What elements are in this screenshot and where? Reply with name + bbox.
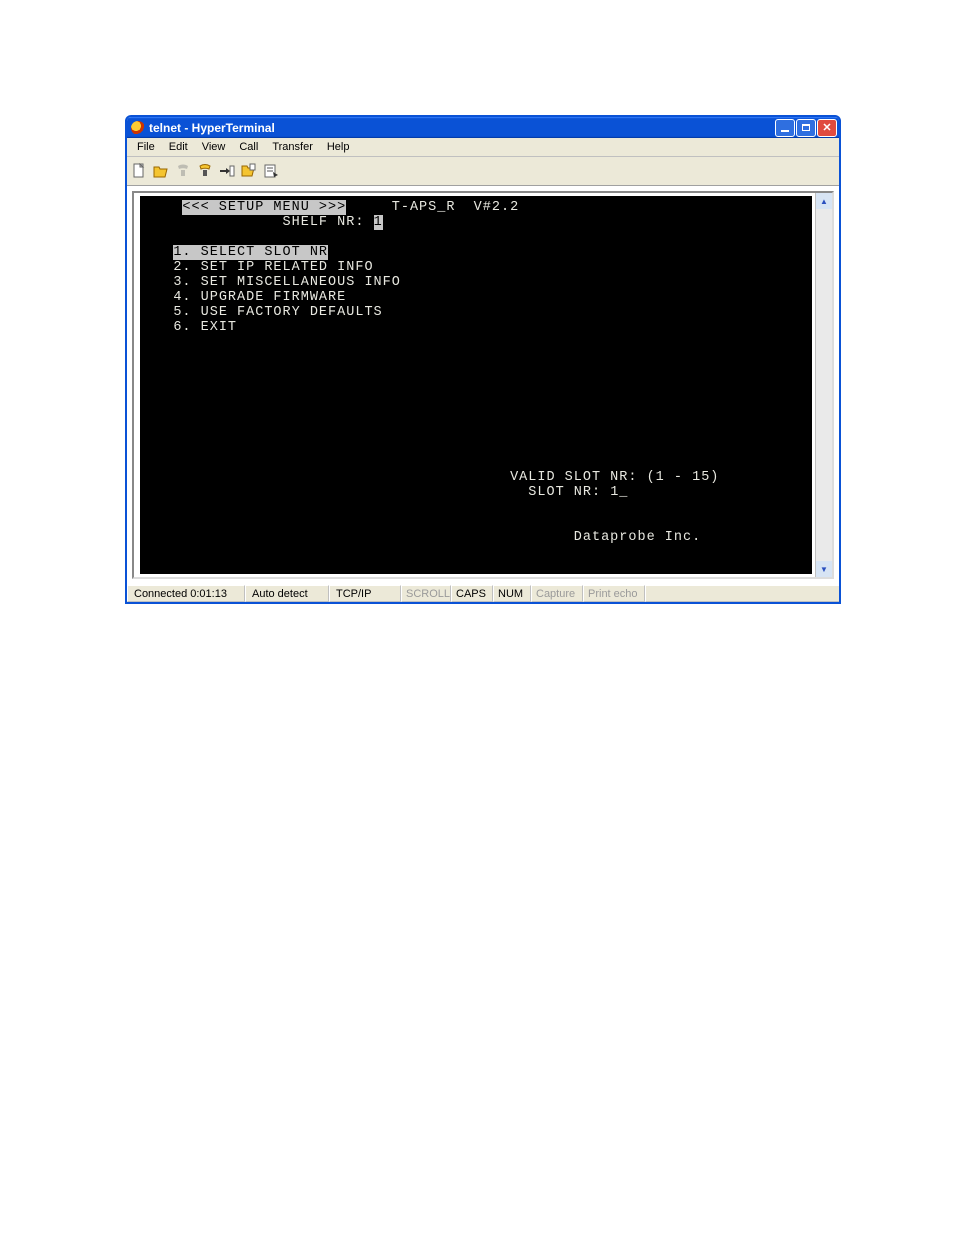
term-text <box>146 215 283 230</box>
menu-item-6[interactable]: 6. EXIT <box>173 320 237 335</box>
term-text <box>146 530 574 545</box>
client-area: <<< SETUP MENU >>> T-APS_R V#2.2 SHELF N… <box>127 186 839 584</box>
send-icon[interactable] <box>219 163 235 179</box>
company-name: Dataprobe Inc. <box>574 530 701 545</box>
status-caps: CAPS <box>451 585 493 602</box>
term-text <box>146 485 528 500</box>
term-text <box>346 200 392 215</box>
menu-item-3[interactable]: 3. SET MISCELLANEOUS INFO <box>173 275 401 290</box>
term-text <box>146 275 173 290</box>
menu-view[interactable]: View <box>196 140 232 154</box>
title-left: telnet - HyperTerminal <box>131 121 275 135</box>
menu-item-1[interactable]: 1. SELECT SLOT NR <box>173 245 328 260</box>
close-button[interactable]: ✕ <box>817 119 837 137</box>
app-version: T-APS_R V#2.2 <box>392 200 519 215</box>
receive-icon[interactable] <box>241 163 257 179</box>
status-capture: Capture <box>531 585 583 602</box>
minimize-button[interactable] <box>775 119 795 137</box>
menu-item-2[interactable]: 2. SET IP RELATED INFO <box>173 260 373 275</box>
vertical-scrollbar[interactable]: ▲ ▼ <box>815 193 832 577</box>
menu-item-5[interactable]: 5. USE FACTORY DEFAULTS <box>173 305 382 320</box>
shelf-label: SHELF NR: <box>283 215 365 230</box>
status-autodetect: Auto detect <box>245 585 329 602</box>
slot-prompt: SLOT NR: <box>528 485 610 500</box>
scroll-up-icon[interactable]: ▲ <box>816 193 832 209</box>
new-icon[interactable] <box>131 163 147 179</box>
window-title: telnet - HyperTerminal <box>149 121 275 135</box>
valid-slot-line: VALID SLOT NR: (1 - 15) <box>510 470 719 485</box>
term-text <box>146 260 173 275</box>
menubar: File Edit View Call Transfer Help <box>127 138 839 157</box>
slot-input[interactable]: 1 <box>610 485 628 500</box>
titlebar[interactable]: telnet - HyperTerminal ✕ <box>127 117 839 138</box>
menu-item-4[interactable]: 4. UPGRADE FIRMWARE <box>173 290 346 305</box>
menu-call[interactable]: Call <box>233 140 264 154</box>
app-icon <box>131 121 145 135</box>
scroll-down-icon[interactable]: ▼ <box>816 561 832 577</box>
shelf-value: 1 <box>374 215 383 230</box>
term-text <box>146 305 173 320</box>
status-scroll: SCROLL <box>401 585 451 602</box>
menu-edit[interactable]: Edit <box>163 140 194 154</box>
term-text <box>146 470 510 485</box>
status-num: NUM <box>493 585 531 602</box>
call-icon <box>175 163 191 179</box>
term-text <box>146 320 173 335</box>
menu-file[interactable]: File <box>131 140 161 154</box>
status-connected: Connected 0:01:13 <box>127 585 245 602</box>
client-inner: <<< SETUP MENU >>> T-APS_R V#2.2 SHELF N… <box>132 191 834 579</box>
open-icon[interactable] <box>153 163 169 179</box>
term-text <box>146 245 173 260</box>
menu-transfer[interactable]: Transfer <box>266 140 319 154</box>
disconnect-icon[interactable] <box>197 163 213 179</box>
terminal[interactable]: <<< SETUP MENU >>> T-APS_R V#2.2 SHELF N… <box>140 196 812 574</box>
menu-title-inverse: <<< SETUP MENU >>> <box>182 200 346 215</box>
statusbar: Connected 0:01:13 Auto detect TCP/IP SCR… <box>127 584 839 602</box>
app-window: telnet - HyperTerminal ✕ File Edit View … <box>125 115 841 604</box>
maximize-button[interactable] <box>796 119 816 137</box>
toolbar <box>127 157 839 186</box>
window-controls: ✕ <box>775 119 837 137</box>
term-line <box>146 200 182 215</box>
status-tcp: TCP/IP <box>329 585 401 602</box>
status-printecho: Print echo <box>583 585 645 602</box>
term-text <box>146 290 173 305</box>
menu-help[interactable]: Help <box>321 140 356 154</box>
properties-icon[interactable] <box>263 163 279 179</box>
status-grip <box>645 585 839 602</box>
term-text <box>364 215 373 230</box>
